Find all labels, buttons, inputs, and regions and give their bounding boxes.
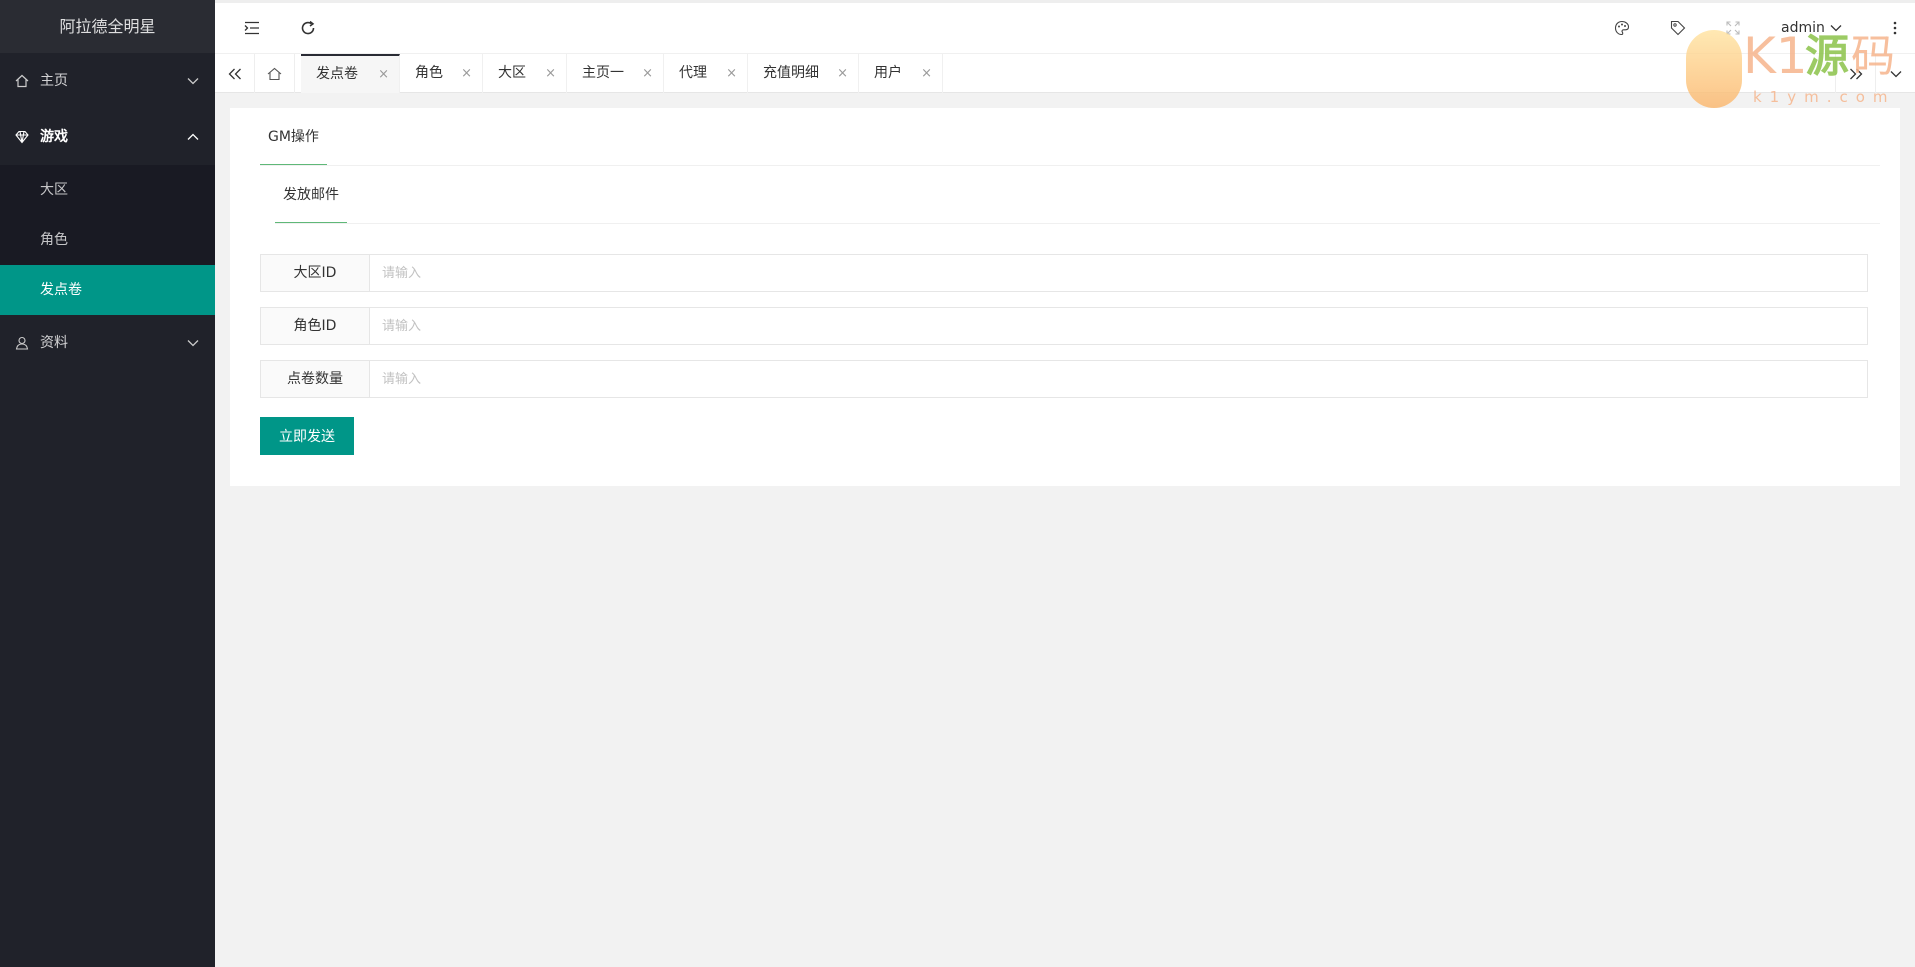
app-logo[interactable]: 阿拉德全明星 [0,0,215,53]
form-row-region-id: 大区ID [260,254,1868,292]
sidebar-subitem-role[interactable]: 角色 [0,215,215,265]
top-header: admin [215,0,1915,53]
tab-label: 充值明细 [763,65,819,81]
watermark-brand: K1 [1743,27,1808,85]
close-icon[interactable]: × [642,54,653,93]
sidebar-item-label: 主页 [40,73,68,89]
tab-users[interactable]: 用户 × [859,54,943,93]
tab-divider [275,223,1880,224]
page-tabs: 发点卷 × 角色 × 大区 × 主页一 × 代理 × 充值明细 × 用户 × [215,53,1915,93]
tab-label: 主页一 [582,65,624,81]
tab-home-one[interactable]: 主页一 × [567,54,664,93]
sidebar-item-game[interactable]: 游戏 [0,109,215,165]
home-icon [14,53,30,109]
points-amount-input[interactable] [371,361,1867,397]
sidebar-item-home[interactable]: 主页 [0,53,215,109]
sidebar-item-profile[interactable]: 资料 [0,315,215,371]
tabs-scroll-left-icon[interactable] [215,54,255,93]
close-icon[interactable]: × [461,54,472,93]
chevron-down-icon [187,53,199,109]
sidebar-subnav-game: 大区 角色 发点卷 [0,165,215,315]
user-icon [14,315,30,371]
tab-role[interactable]: 角色 × [400,54,483,93]
chevron-up-icon [187,109,199,165]
points-amount-label: 点卷数量 [261,361,370,397]
tab-label: 代理 [679,65,707,81]
sidebar-subitem-region[interactable]: 大区 [0,165,215,215]
form-row-points-amount: 点卷数量 [260,360,1868,398]
sidebar: 阿拉德全明星 主页 游戏 大区 角色 发点卷 资料 [0,0,215,967]
send-now-button[interactable]: 立即发送 [260,417,354,455]
tab-agent[interactable]: 代理 × [664,54,748,93]
tab-send-mail[interactable]: 发放邮件 [275,166,347,224]
watermark-swirl [1686,30,1742,108]
close-icon[interactable]: × [921,54,932,93]
sidebar-item-label: 资料 [40,335,68,351]
main-card: GM操作 发放邮件 大区ID 角色ID 点卷数量 立即发送 [230,108,1900,486]
role-id-label: 角色ID [261,308,370,344]
tab-gm-operation[interactable]: GM操作 [260,108,327,166]
close-icon[interactable]: × [837,54,848,93]
tab-region[interactable]: 大区 × [483,54,567,93]
tab-recharge-details[interactable]: 充值明细 × [748,54,859,93]
sidebar-item-label: 游戏 [40,129,68,145]
watermark-ma: 码 [1851,31,1895,82]
sidebar-subitem-send-points[interactable]: 发点卷 [0,265,215,315]
region-id-label: 大区ID [261,255,370,291]
tab-label: 发点卷 [316,66,358,82]
tab-send-points[interactable]: 发点卷 × [301,54,400,93]
diamond-icon [14,109,30,165]
close-icon[interactable]: × [726,54,737,93]
menu-fold-icon[interactable] [235,3,269,53]
watermark-yuan: 源 [1805,31,1849,82]
tab-divider [260,165,1880,166]
tab-label: 大区 [498,65,526,81]
form-row-role-id: 角色ID [260,307,1868,345]
chevron-down-icon [187,315,199,371]
theme-icon[interactable] [1605,3,1639,53]
tab-label: 角色 [415,65,443,81]
close-icon[interactable]: × [545,54,556,93]
close-icon[interactable]: × [378,56,389,93]
refresh-icon[interactable] [291,3,325,53]
role-id-input[interactable] [371,308,1867,344]
home-tab-icon[interactable] [255,54,295,93]
watermark-url: k1ym.com [1753,88,1896,106]
watermark-logo: K1 源 码 k1ym.com [1683,28,1895,112]
region-id-input[interactable] [371,255,1867,291]
tab-label: 用户 [874,65,902,81]
